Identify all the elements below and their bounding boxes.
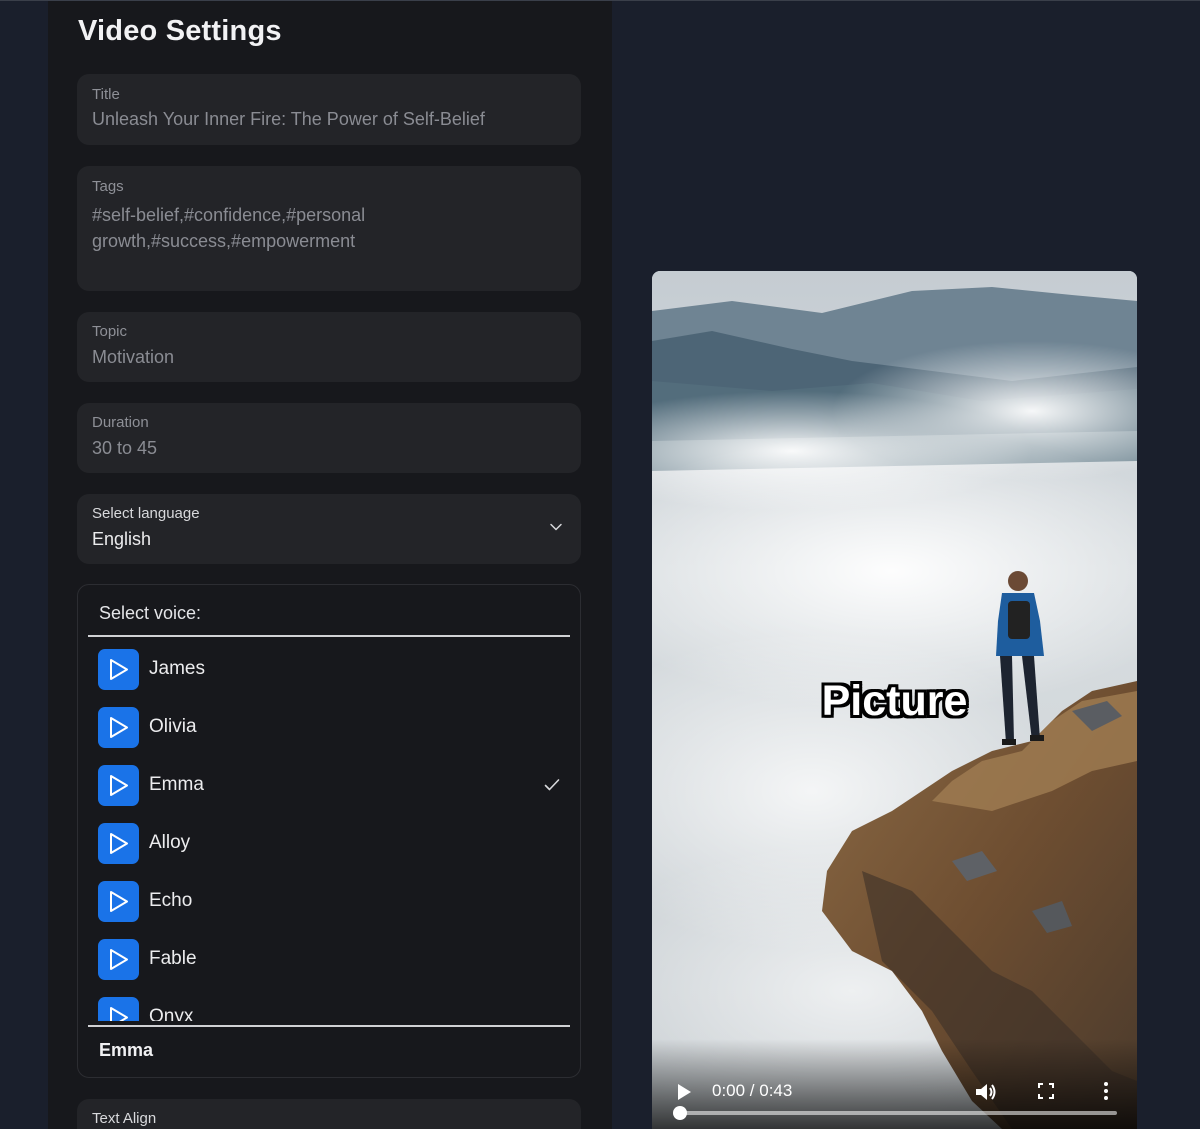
topic-field[interactable]: Topic Motivation (77, 312, 581, 382)
duration-value: 30 to 45 (92, 438, 158, 458)
play-preview-button[interactable] (98, 881, 139, 922)
settings-panel: Video Settings Title Unleash Your Inner … (48, 1, 612, 1129)
video-preview[interactable]: Picture 0:00 / 0:43 (652, 271, 1137, 1129)
volume-icon[interactable] (974, 1081, 998, 1103)
voice-name: James (149, 658, 205, 679)
tags-label: Tags (92, 178, 124, 195)
voice-name: Emma (149, 774, 204, 795)
title-label: Title (92, 86, 120, 103)
text-align-select[interactable]: Text Align (77, 1099, 581, 1129)
voice-selector: Select voice: James Olivia Emma Alloy Ec… (77, 584, 581, 1078)
tags-field[interactable]: Tags #self-belief,#confidence,#personal … (77, 166, 581, 291)
video-controls: 0:00 / 0:43 (652, 1039, 1137, 1129)
voice-name: Alloy (149, 832, 191, 853)
voice-name: Onyx (149, 1006, 194, 1021)
selected-voice: Emma (99, 1040, 154, 1060)
time-display: 0:00 / 0:43 (712, 1081, 793, 1100)
voice-item-emma[interactable]: Emma (78, 765, 580, 823)
play-preview-button[interactable] (98, 649, 139, 690)
play-preview-button[interactable] (98, 997, 139, 1021)
voice-item-fable[interactable]: Fable (78, 939, 580, 997)
voice-list[interactable]: James Olivia Emma Alloy Echo Fable Onyx (78, 637, 580, 1021)
play-icon[interactable] (676, 1083, 692, 1101)
voice-name: Fable (149, 948, 197, 969)
duration-field[interactable]: Duration 30 to 45 (77, 403, 581, 473)
text-align-label: Text Align (92, 1110, 157, 1127)
language-select[interactable]: Select language English (77, 494, 581, 564)
title-value: Unleash Your Inner Fire: The Power of Se… (92, 109, 485, 129)
caption-overlay: Picture (821, 677, 968, 725)
play-icon (110, 833, 128, 854)
play-preview-button[interactable] (98, 707, 139, 748)
voice-name: Olivia (149, 716, 197, 737)
voice-heading: Select voice: (99, 603, 202, 623)
page-title: Video Settings (78, 15, 282, 47)
play-preview-button[interactable] (98, 765, 139, 806)
tags-value-line1: #self-belief,#confidence,#personal (92, 205, 366, 225)
language-label: Select language (92, 505, 200, 522)
voice-item-olivia[interactable]: Olivia (78, 707, 580, 765)
voice-divider-bottom (88, 1025, 570, 1027)
voice-item-james[interactable]: James (78, 649, 580, 707)
play-icon (110, 891, 128, 912)
play-icon (110, 775, 128, 796)
progress-bar[interactable] (673, 1106, 1117, 1120)
play-icon (110, 659, 128, 680)
progress-handle[interactable] (673, 1106, 687, 1120)
voice-item-onyx[interactable]: Onyx (78, 997, 580, 1021)
tags-value-line2: growth,#success,#empowerment (92, 231, 356, 251)
language-value: English (92, 529, 152, 549)
play-preview-button[interactable] (98, 939, 139, 980)
topic-label: Topic (92, 323, 128, 340)
voice-name: Echo (149, 890, 193, 911)
voice-item-echo[interactable]: Echo (78, 881, 580, 939)
play-icon (110, 1007, 128, 1021)
topic-value: Motivation (92, 347, 175, 367)
title-field[interactable]: Title Unleash Your Inner Fire: The Power… (77, 74, 581, 145)
play-preview-button[interactable] (98, 823, 139, 864)
play-icon (110, 717, 128, 738)
fullscreen-icon[interactable] (1038, 1083, 1054, 1099)
duration-label: Duration (92, 414, 149, 431)
check-icon (544, 779, 560, 791)
chevron-down-icon (550, 523, 562, 531)
more-vertical-icon[interactable] (1102, 1081, 1110, 1101)
play-icon (110, 949, 128, 970)
voice-item-alloy[interactable]: Alloy (78, 823, 580, 881)
